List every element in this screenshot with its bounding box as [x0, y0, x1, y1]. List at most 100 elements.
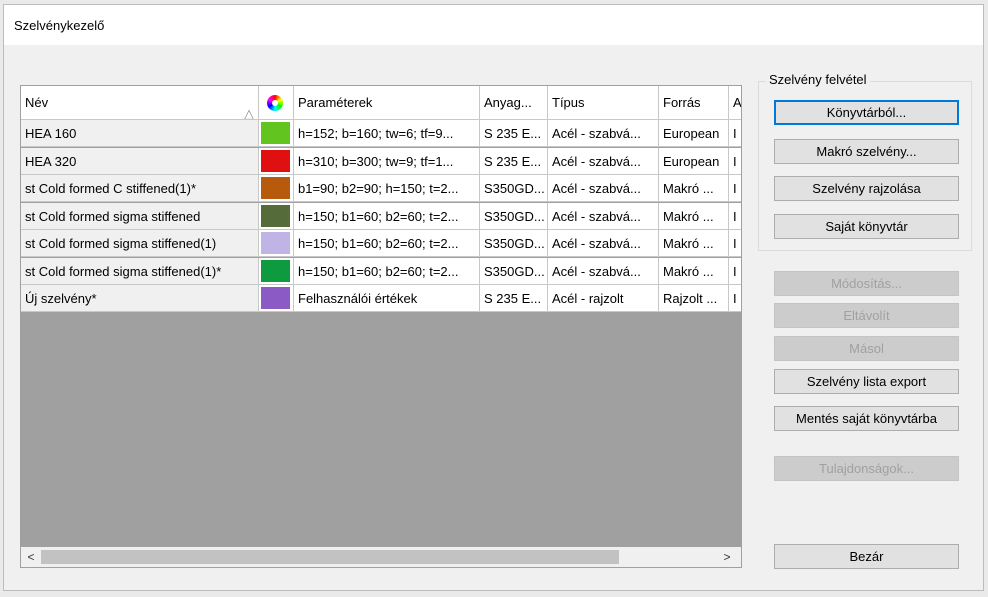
- column-header-material[interactable]: Anyag...: [480, 86, 548, 120]
- cell-name[interactable]: HEA 160: [21, 120, 259, 147]
- column-header-parameters[interactable]: Paraméterek: [294, 86, 480, 120]
- grid-content: Név △ Paraméterek Anyag... Típus Forrás: [21, 86, 741, 547]
- add-section-group-label: Szelvény felvétel: [766, 72, 870, 87]
- column-header-label: Paraméterek: [298, 95, 373, 110]
- save-to-own-library-button[interactable]: Mentés saját könyvtárba: [774, 406, 959, 431]
- table-row[interactable]: HEA 320 h=310; b=300; tw=9; tf=1... S 235 …: [21, 147, 741, 175]
- cell-type[interactable]: Acél - szabvá...: [548, 257, 659, 285]
- export-list-button[interactable]: Szelvény lista export: [774, 369, 959, 394]
- cell-color[interactable]: [259, 120, 294, 147]
- horizontal-scrollbar[interactable]: < >: [21, 547, 741, 567]
- column-header-label: Név: [25, 95, 49, 110]
- cell-type[interactable]: Acél - szabvá...: [548, 230, 659, 257]
- color-swatch: [261, 232, 290, 254]
- cell-extra[interactable]: I: [729, 120, 741, 147]
- modify-button[interactable]: Módosítás...: [774, 271, 959, 296]
- title-bar: Szelvénykezelő: [4, 5, 983, 45]
- cell-source[interactable]: European: [659, 147, 729, 175]
- cell-parameters[interactable]: Felhasználói értékek: [294, 285, 480, 312]
- cell-color[interactable]: [259, 202, 294, 230]
- cell-source[interactable]: European: [659, 120, 729, 147]
- cell-material[interactable]: S 235 E...: [480, 285, 548, 312]
- cell-name[interactable]: st Cold formed sigma stiffened(1): [21, 230, 259, 257]
- remove-button[interactable]: Eltávolít: [774, 303, 959, 328]
- color-swatch: [261, 122, 290, 144]
- table-row[interactable]: st Cold formed C stiffened(1)* b1=90; b2=…: [21, 175, 741, 202]
- color-swatch: [261, 259, 290, 282]
- cell-parameters[interactable]: h=152; b=160; tw=6; tf=9...: [294, 120, 480, 147]
- table-row[interactable]: Új szelvény* Felhasználói értékek S 235 E.…: [21, 285, 741, 312]
- cell-type[interactable]: Acél - szabvá...: [548, 175, 659, 202]
- draw-section-button[interactable]: Szelvény rajzolása: [774, 176, 959, 201]
- cell-color[interactable]: [259, 175, 294, 202]
- table-row[interactable]: st Cold formed sigma stiffened h=150; b1=…: [21, 202, 741, 230]
- table-row[interactable]: HEA 160 h=152; b=160; tw=6; tf=9... S 235 …: [21, 120, 741, 147]
- column-header-name[interactable]: Név △: [21, 86, 259, 120]
- grid-header-row: Név △ Paraméterek Anyag... Típus Forrás: [21, 86, 741, 120]
- cell-material[interactable]: S350GD...: [480, 257, 548, 285]
- cell-extra[interactable]: I: [729, 285, 741, 312]
- properties-button[interactable]: Tulajdonságok...: [774, 456, 959, 481]
- cell-material[interactable]: S350GD...: [480, 202, 548, 230]
- cell-type[interactable]: Acél - rajzolt: [548, 285, 659, 312]
- column-header-label: A: [733, 95, 741, 110]
- cell-name[interactable]: Új szelvény*: [21, 285, 259, 312]
- cell-parameters[interactable]: h=150; b1=60; b2=60; t=2...: [294, 230, 480, 257]
- own-library-button[interactable]: Saját könyvtár: [774, 214, 959, 239]
- cell-material[interactable]: S350GD...: [480, 175, 548, 202]
- scroll-left-arrow-icon[interactable]: <: [22, 548, 40, 566]
- cell-type[interactable]: Acél - szabvá...: [548, 120, 659, 147]
- cell-source[interactable]: Makró ...: [659, 230, 729, 257]
- cell-parameters[interactable]: h=150; b1=60; b2=60; t=2...: [294, 257, 480, 285]
- cell-material[interactable]: S350GD...: [480, 230, 548, 257]
- cell-type[interactable]: Acél - szabvá...: [548, 202, 659, 230]
- column-header-label: Forrás: [663, 95, 701, 110]
- column-header-type[interactable]: Típus: [548, 86, 659, 120]
- cell-source[interactable]: Makró ...: [659, 202, 729, 230]
- color-swatch: [261, 204, 290, 227]
- copy-button[interactable]: Másol: [774, 336, 959, 361]
- cell-type[interactable]: Acél - szabvá...: [548, 147, 659, 175]
- cell-material[interactable]: S 235 E...: [480, 147, 548, 175]
- cell-parameters[interactable]: h=310; b=300; tw=9; tf=1...: [294, 147, 480, 175]
- column-header-source[interactable]: Forrás: [659, 86, 729, 120]
- cell-color[interactable]: [259, 285, 294, 312]
- sort-ascending-icon: △: [244, 106, 254, 120]
- cell-source[interactable]: Rajzolt ...: [659, 285, 729, 312]
- cell-name[interactable]: st Cold formed C stiffened(1)*: [21, 175, 259, 202]
- section-manager-window: Szelvénykezelő Név △ Paraméterek Anyag..…: [3, 4, 984, 591]
- cell-extra[interactable]: I: [729, 257, 741, 285]
- column-header-extra[interactable]: A: [729, 86, 741, 120]
- column-header-label: Típus: [552, 95, 585, 110]
- macro-section-button[interactable]: Makró szelvény...: [774, 139, 959, 164]
- color-swatch: [261, 177, 290, 199]
- cell-parameters[interactable]: b1=90; b2=90; h=150; t=2...: [294, 175, 480, 202]
- color-swatch: [261, 149, 290, 172]
- cell-name[interactable]: HEA 320: [21, 147, 259, 175]
- scrollbar-thumb[interactable]: [41, 550, 619, 564]
- sections-grid[interactable]: Név △ Paraméterek Anyag... Típus Forrás: [20, 85, 742, 568]
- cell-name[interactable]: st Cold formed sigma stiffened(1)*: [21, 257, 259, 285]
- cell-color[interactable]: [259, 230, 294, 257]
- cell-extra[interactable]: I: [729, 202, 741, 230]
- cell-name[interactable]: st Cold formed sigma stiffened: [21, 202, 259, 230]
- column-header-color[interactable]: [259, 86, 294, 120]
- cell-color[interactable]: [259, 147, 294, 175]
- cell-source[interactable]: Makró ...: [659, 175, 729, 202]
- table-row[interactable]: st Cold formed sigma stiffened(1)* h=150;…: [21, 257, 741, 285]
- close-button[interactable]: Bezár: [774, 544, 959, 569]
- cell-parameters[interactable]: h=150; b1=60; b2=60; t=2...: [294, 202, 480, 230]
- cell-extra[interactable]: I: [729, 147, 741, 175]
- scroll-right-arrow-icon[interactable]: >: [718, 548, 736, 566]
- from-library-button[interactable]: Könyvtárból...: [774, 100, 959, 125]
- color-wheel-icon: [267, 95, 283, 111]
- cell-source[interactable]: Makró ...: [659, 257, 729, 285]
- table-row[interactable]: st Cold formed sigma stiffened(1) h=150; …: [21, 230, 741, 257]
- window-title: Szelvénykezelő: [14, 18, 105, 33]
- cell-extra[interactable]: I: [729, 175, 741, 202]
- cell-extra[interactable]: I: [729, 230, 741, 257]
- color-swatch: [261, 287, 290, 309]
- column-header-label: Anyag...: [484, 95, 532, 110]
- cell-material[interactable]: S 235 E...: [480, 120, 548, 147]
- cell-color[interactable]: [259, 257, 294, 285]
